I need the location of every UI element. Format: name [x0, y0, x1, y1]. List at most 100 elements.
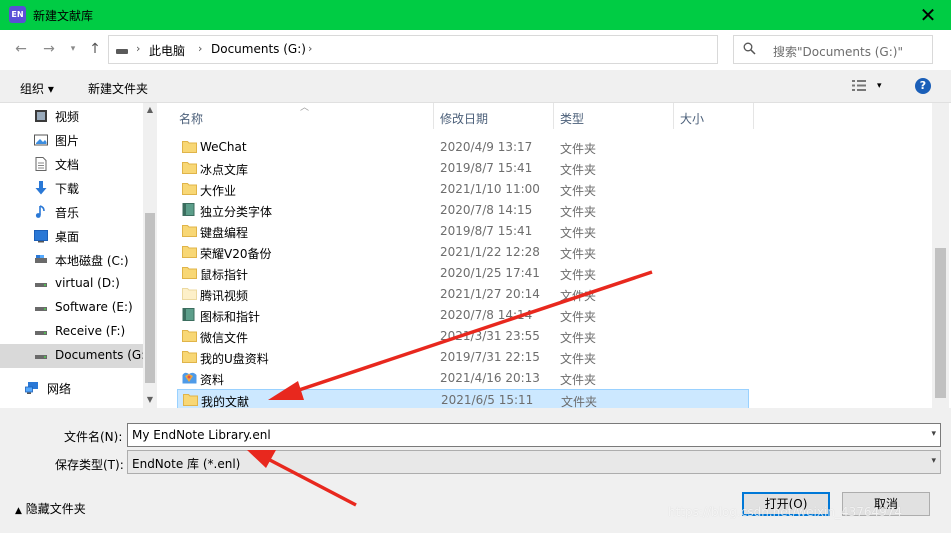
organize-button[interactable]: 组织 ▾	[20, 80, 54, 97]
file-date: 2019/8/7 15:41	[440, 161, 533, 175]
column-divider[interactable]	[753, 103, 754, 129]
drive-icon	[35, 355, 47, 359]
chevron-right-icon[interactable]: ›	[198, 42, 202, 55]
file-row[interactable]: 大作业 2021/1/10 11:00 文件夹	[177, 179, 749, 200]
column-header-name[interactable]: 名称	[179, 110, 203, 127]
folder-light-icon	[182, 288, 197, 300]
file-date: 2020/4/9 13:17	[440, 140, 533, 154]
file-name: 腾讯视频	[200, 289, 249, 303]
file-row[interactable]: 荣耀V20备份 2021/1/22 12:28 文件夹	[177, 242, 749, 263]
file-row[interactable]: 冰点文库 2019/8/7 15:41 文件夹	[177, 158, 749, 179]
file-row[interactable]: 腾讯视频 2021/1/27 20:14 文件夹	[177, 284, 749, 305]
file-row[interactable]: 微信文件 2021/3/31 23:55 文件夹	[177, 326, 749, 347]
sidebar-item-drive-g[interactable]: Documents (G:)	[0, 344, 150, 368]
sidebar-scrollbar[interactable]: ▲ ▼	[143, 103, 157, 408]
breadcrumb-this-pc[interactable]: 此电脑	[149, 42, 185, 59]
address-bar[interactable]: › 此电脑 › Documents (G:) › ▾ ↻	[108, 35, 818, 64]
file-date: 2020/1/25 17:41	[440, 266, 540, 280]
sidebar-item-drive-f[interactable]: Receive (F:)	[0, 320, 143, 344]
scrollbar-thumb[interactable]	[145, 213, 155, 383]
filetype-select[interactable]: EndNote 库 (*.enl) ▾	[127, 450, 941, 474]
folder-icon	[182, 330, 197, 342]
sidebar-item-documents[interactable]: 文档	[0, 152, 143, 176]
scroll-down-arrow-icon[interactable]: ▼	[145, 395, 155, 404]
file-row[interactable]: 键盘编程 2019/8/7 15:41 文件夹	[177, 221, 749, 242]
file-date: 2021/4/16 20:13	[440, 371, 540, 385]
navigation-pane: 视频 图片 文档 下载 音乐 桌面 本地磁盘 (C:) virtual (D:)…	[0, 103, 160, 408]
column-divider[interactable]	[553, 103, 554, 129]
column-divider[interactable]	[673, 103, 674, 129]
sidebar-item-network[interactable]: 网络	[0, 376, 143, 400]
filename-field[interactable]: My EndNote Library.enl ▾	[127, 423, 941, 447]
close-icon[interactable]: ✕	[913, 2, 943, 28]
sort-ascending-icon: ︿	[300, 103, 310, 113]
forward-arrow-icon[interactable]: →	[40, 40, 58, 58]
chevron-down-icon[interactable]: ▾	[877, 81, 882, 91]
hide-folders-toggle[interactable]: ▲ 隐藏文件夹	[15, 500, 86, 517]
hide-folders-label: 隐藏文件夹	[25, 502, 86, 516]
file-row-selected[interactable]: 我的文献 2021/6/5 15:11 文件夹	[177, 389, 749, 410]
file-row[interactable]: 资料 2021/4/16 20:13 文件夹	[177, 368, 749, 389]
scrollbar-thumb[interactable]	[935, 248, 946, 398]
file-type: 文件夹	[560, 142, 597, 156]
sidebar-item-drive-d[interactable]: virtual (D:)	[0, 272, 143, 296]
chevron-right-icon[interactable]: ›	[308, 42, 312, 55]
column-divider[interactable]	[433, 103, 434, 129]
sidebar-item-label: 文档	[55, 158, 80, 172]
file-name: 鼠标指针	[200, 268, 249, 282]
column-header-date[interactable]: 修改日期	[440, 110, 488, 127]
new-folder-button[interactable]: 新建文件夹	[88, 80, 148, 97]
download-icon	[35, 181, 47, 195]
folder-icon	[182, 162, 197, 174]
search-input[interactable]: 搜索"Documents (G:)"	[733, 35, 933, 64]
view-options-icon[interactable]	[852, 80, 866, 91]
file-date: 2019/7/31 22:15	[440, 350, 540, 364]
folder-icon	[183, 394, 198, 406]
sidebar-item-label: 网络	[47, 382, 72, 396]
chevron-down-icon[interactable]: ▾	[64, 40, 82, 58]
chevron-down-icon[interactable]: ▾	[931, 456, 936, 466]
file-date: 2021/3/31 23:55	[440, 329, 540, 343]
file-name: 微信文件	[200, 331, 249, 345]
sidebar-item-label: Receive (F:)	[55, 324, 126, 338]
file-type: 文件夹	[560, 331, 597, 345]
column-header-type[interactable]: 类型	[560, 110, 584, 127]
file-list-scrollbar[interactable]	[932, 103, 949, 408]
chevron-right-icon[interactable]: ›	[136, 42, 140, 55]
help-icon[interactable]: ?	[915, 78, 931, 94]
file-row[interactable]: WeChat 2020/4/9 13:17 文件夹	[177, 137, 749, 158]
file-name: 冰点文库	[200, 163, 249, 177]
network-icon	[25, 382, 38, 394]
chevron-up-icon: ▲	[15, 506, 22, 516]
back-arrow-icon[interactable]: ←	[12, 40, 30, 58]
video-icon	[35, 110, 47, 122]
book-folder-icon	[182, 308, 195, 321]
file-row[interactable]: 独立分类字体 2020/7/8 14:15 文件夹	[177, 200, 749, 221]
sidebar-item-desktop[interactable]: 桌面	[0, 224, 143, 248]
sidebar-item-label: 视频	[55, 110, 80, 124]
file-name: WeChat	[200, 140, 247, 154]
file-type: 文件夹	[560, 205, 597, 219]
drive-icon	[35, 255, 47, 263]
sidebar-item-music[interactable]: 音乐	[0, 200, 143, 224]
filename-value: My EndNote Library.enl	[132, 428, 271, 442]
music-icon	[35, 205, 45, 218]
file-row[interactable]: 图标和指针 2020/7/8 14:14 文件夹	[177, 305, 749, 326]
sidebar-item-downloads[interactable]: 下载	[0, 176, 143, 200]
chevron-down-icon[interactable]: ▾	[931, 429, 936, 439]
up-arrow-icon[interactable]: ↑	[86, 40, 104, 58]
sidebar-item-videos[interactable]: 视频	[0, 104, 143, 128]
file-date: 2021/6/5 15:11	[441, 393, 534, 407]
sidebar-item-pictures[interactable]: 图片	[0, 128, 143, 152]
title-bar: EN 新建文献库 ✕	[0, 0, 951, 30]
sidebar-item-drive-e[interactable]: Software (E:)	[0, 296, 143, 320]
scroll-up-arrow-icon[interactable]: ▲	[145, 105, 155, 114]
column-header-size[interactable]: 大小	[680, 110, 704, 127]
breadcrumb-documents-g[interactable]: Documents (G:)	[211, 42, 306, 56]
sidebar-item-drive-c[interactable]: 本地磁盘 (C:)	[0, 248, 143, 272]
folder-icon	[182, 267, 197, 279]
file-row[interactable]: 我的U盘资料 2019/7/31 22:15 文件夹	[177, 347, 749, 368]
sidebar-item-label: 音乐	[55, 206, 80, 220]
file-row[interactable]: 鼠标指针 2020/1/25 17:41 文件夹	[177, 263, 749, 284]
filename-label: 文件名(N):	[64, 430, 123, 444]
